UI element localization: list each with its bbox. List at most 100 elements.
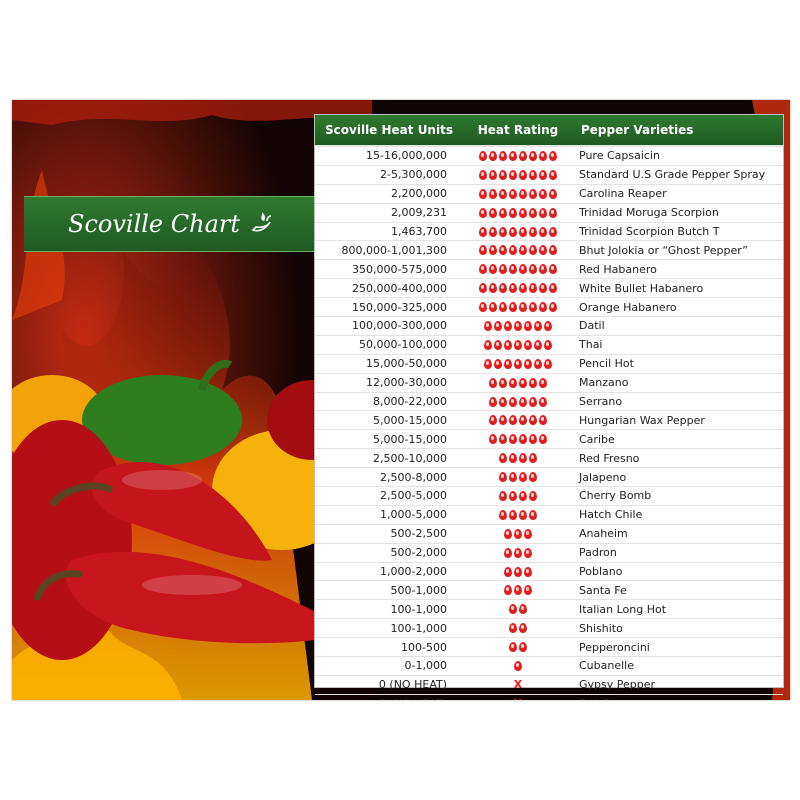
- flame-drop-icon: [509, 169, 517, 180]
- flame-drop-icon: [539, 226, 547, 237]
- flame-drop-icon: [489, 415, 497, 426]
- flame-drop-icon: [509, 490, 517, 501]
- table-row: 500-2,500 Anaheim: [315, 525, 783, 544]
- flame-drop-icon: [544, 358, 552, 369]
- pepper-name-cell: Cherry Bomb: [579, 489, 652, 503]
- flame-drop-icon: [499, 264, 507, 275]
- flame-drop-icon: [549, 150, 557, 161]
- shu-cell: 800,000-1,001,300: [341, 243, 447, 257]
- heat-rating-cell: [463, 188, 573, 199]
- table-row: 0 (NO HEAT) X Gypsy Pepper: [315, 676, 783, 695]
- pepper-name-cell: Datil: [579, 319, 605, 333]
- table-row: 100,000-300,000 Datil: [315, 317, 783, 336]
- flame-drop-icon: [529, 472, 537, 483]
- flame-drop-icon: [489, 169, 497, 180]
- pepper-name-cell: Poblano: [579, 565, 623, 579]
- flame-drop-icon: [519, 490, 527, 501]
- flame-drop-icon: [484, 358, 492, 369]
- flame-drop-icon: [499, 509, 507, 520]
- flame-drop-icon: [509, 302, 517, 313]
- flame-drop-icon: [519, 188, 527, 199]
- no-heat-x-icon: X: [514, 697, 522, 700]
- pepper-name-cell: Bhut Jolokia or “Ghost Pepper”: [579, 243, 748, 257]
- flame-drop-icon: [509, 453, 517, 464]
- pepper-name-cell: Hatch Chile: [579, 508, 643, 522]
- flame-drop-icon: [519, 377, 527, 388]
- flame-drop-icon: [549, 264, 557, 275]
- scoville-table: Scoville Heat Units Heat Rating Pepper V…: [314, 114, 784, 700]
- pepper-name-cell: Red Fresno: [579, 451, 640, 465]
- flame-drop-icon: [529, 169, 537, 180]
- flame-drop-icon: [524, 585, 532, 596]
- flame-drop-icon: [549, 207, 557, 218]
- pepper-name-cell: Trinidad Scorpion Butch T: [579, 225, 720, 238]
- shu-cell: 100-1,000: [390, 602, 447, 616]
- shu-cell: 500-2,500: [390, 527, 447, 541]
- pepper-name-cell: Standard U.S Grade Pepper Spray: [579, 168, 766, 182]
- heat-rating-cell: [463, 377, 573, 388]
- flame-drop-icon: [499, 207, 507, 218]
- flame-drop-icon: [504, 528, 512, 539]
- flame-drop-icon: [494, 358, 502, 369]
- table-row: 2-5,300,000 Standard U.S Grade Pepper Spr…: [315, 166, 783, 185]
- flame-drop-icon: [514, 358, 522, 369]
- flame-drop-icon: [539, 415, 547, 426]
- shu-cell: 2,500-10,000: [373, 451, 447, 465]
- flame-drop-icon: [509, 245, 517, 256]
- table-body: 15-16,000,000 Pure Capsaicin 2-5,300,000 St…: [315, 147, 783, 700]
- table-row: 800,000-1,001,300 Bhut Jolokia or “Ghost …: [315, 241, 783, 261]
- flame-drop-icon: [509, 623, 517, 634]
- pepper-name-cell: Trinidad Moruga Scorpion: [579, 206, 719, 220]
- flame-drop-icon: [504, 358, 512, 369]
- pepper-name-cell: Shishito: [579, 621, 623, 635]
- heat-rating-cell: [463, 415, 573, 426]
- table-row: 2,200,000 Carolina Reaper: [315, 185, 783, 204]
- shu-cell: 150,000-325,000: [352, 300, 447, 314]
- pepper-name-cell: Gypsy Pepper: [579, 678, 656, 692]
- table-row: 100-1,000 Italian Long Hot: [315, 600, 783, 620]
- table-row: 100-500 Pepperoncini: [315, 638, 783, 658]
- flame-drop-icon: [509, 264, 517, 275]
- flame-drop-icon: [504, 320, 512, 331]
- shu-cell: 2,009,231: [391, 206, 447, 220]
- pepper-name-cell: Orange Habanero: [579, 300, 677, 314]
- flame-drop-icon: [529, 226, 537, 237]
- flame-drop-icon: [509, 226, 517, 237]
- pepper-name-cell: Italian Long Hot: [579, 602, 667, 616]
- flame-drop-icon: [519, 245, 527, 256]
- pepper-name-cell: White Bullet Habanero: [579, 281, 704, 295]
- table-row: 500-2,000 Padron: [315, 544, 783, 563]
- heat-rating-cell: [463, 509, 573, 520]
- heat-rating-cell: [463, 623, 573, 634]
- table-row: 1,000-5,000 Hatch Chile: [315, 506, 783, 525]
- flame-drop-icon: [529, 302, 537, 313]
- flame-drop-icon: [479, 188, 487, 199]
- table-row: 150,000-325,000 Orange Habanero: [315, 298, 783, 318]
- flame-drop-icon: [509, 207, 517, 218]
- flame-drop-icon: [539, 396, 547, 407]
- flame-drop-icon: [539, 434, 547, 445]
- flame-drop-icon: [504, 585, 512, 596]
- heat-rating-cell: X: [463, 678, 573, 691]
- flame-drop-icon: [509, 377, 517, 388]
- flame-drop-icon: [499, 302, 507, 313]
- flame-drop-icon: [489, 207, 497, 218]
- flame-drop-icon: [519, 302, 527, 313]
- flame-drop-icon: [514, 528, 522, 539]
- pepper-name-cell: Jalapeno: [579, 470, 627, 484]
- shu-cell: 2-5,300,000: [380, 168, 447, 182]
- flame-drop-icon: [514, 566, 522, 577]
- flame-drop-icon: [484, 339, 492, 350]
- flame-drop-icon: [519, 623, 527, 634]
- flame-drop-icon: [489, 434, 497, 445]
- table-row: 50,000-100,000 Thai: [315, 336, 783, 355]
- table-row: 2,500-5,000 Cherry Bomb: [315, 487, 783, 506]
- flame-drop-icon: [524, 358, 532, 369]
- heat-rating-cell: [463, 528, 573, 539]
- flame-drop-icon: [549, 245, 557, 256]
- table-row: 0 (NO HEAT) X Bell Pepper: [315, 695, 783, 700]
- heat-rating-cell: [463, 283, 573, 294]
- pepper-name-cell: Cubanelle: [579, 659, 634, 673]
- heat-rating-cell: [463, 434, 573, 445]
- flame-drop-icon: [499, 453, 507, 464]
